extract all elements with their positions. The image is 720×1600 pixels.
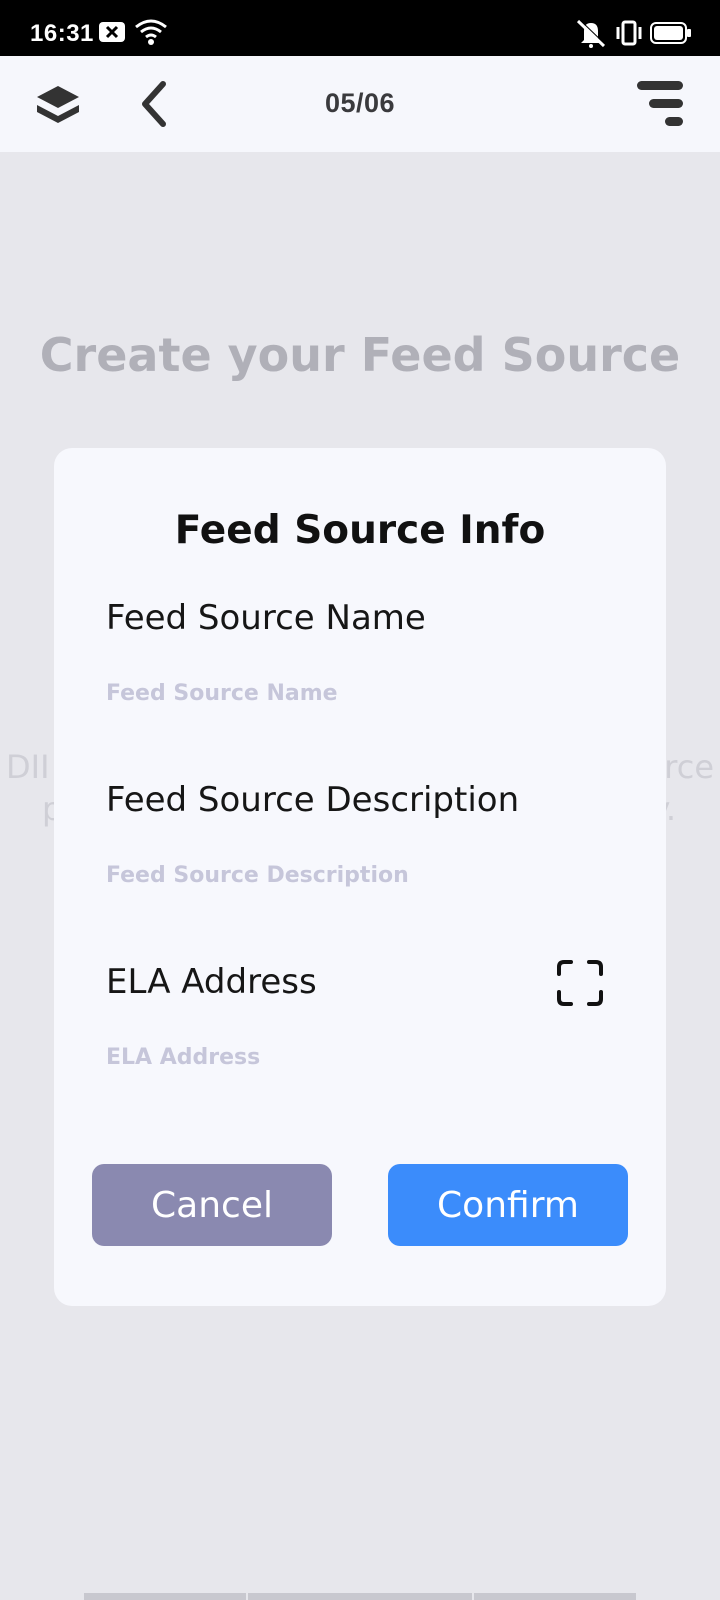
mute-icon	[574, 18, 608, 53]
feed-source-name-label: Feed Source Name	[106, 598, 426, 638]
top-app-bar: 05/06	[0, 56, 720, 152]
gesture-bar-segment	[84, 1593, 246, 1600]
gesture-bar-segment	[248, 1593, 472, 1600]
description-fragment: DII	[6, 748, 50, 786]
vibrate-icon	[614, 20, 644, 51]
feed-source-description-input[interactable]	[106, 855, 576, 895]
feed-source-description-label: Feed Source Description	[106, 780, 520, 820]
cancel-button[interactable]: Cancel	[92, 1164, 332, 1246]
confirm-button[interactable]: Confirm	[388, 1164, 628, 1246]
status-time: 16:31	[30, 20, 94, 47]
filter-menu-icon	[637, 81, 683, 126]
description-fragment: rce	[664, 748, 714, 786]
menu-button[interactable]	[632, 56, 688, 152]
page-title: Create your Feed Source	[39, 328, 681, 382]
gesture-bar-segment	[474, 1593, 636, 1600]
page-counter: 05/06	[324, 88, 396, 118]
ela-address-label: ELA Address	[106, 962, 317, 1002]
battery-icon	[650, 22, 692, 49]
wifi-icon	[134, 18, 168, 51]
feed-source-name-input[interactable]	[106, 673, 576, 713]
ela-address-input[interactable]	[106, 1037, 576, 1077]
scan-button[interactable]	[557, 960, 603, 1006]
dialog-title: Feed Source Info	[174, 508, 546, 553]
status-bar: 16:31	[0, 0, 720, 56]
notification-icon	[98, 21, 126, 48]
scan-qr-icon	[557, 960, 603, 1006]
feed-source-info-dialog: Feed Source Info Feed Source Name Feed S…	[54, 448, 666, 1306]
